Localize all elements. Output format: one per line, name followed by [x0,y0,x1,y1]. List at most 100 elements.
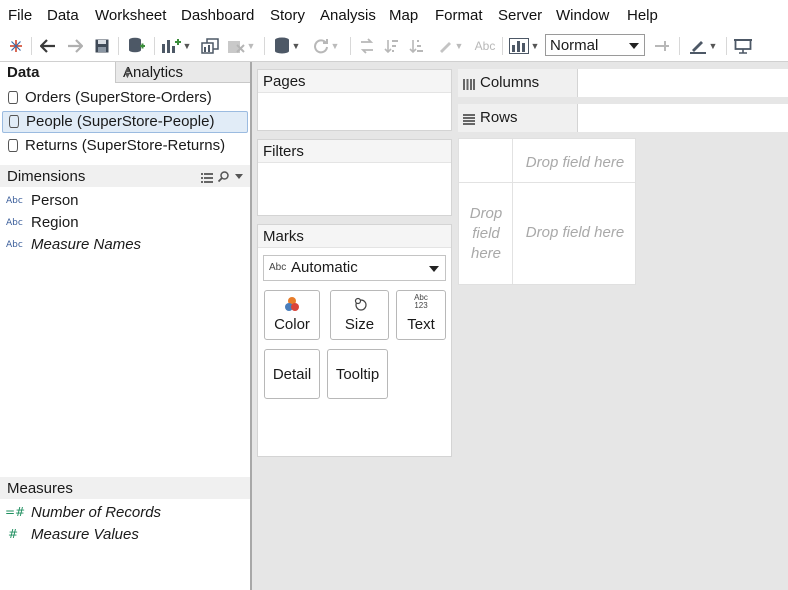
columns-icon [463,77,475,93]
marks-title: Marks [263,228,304,245]
data-pane: Data Analytics ▲ ▼ Orders (SuperStore-Ord… [0,62,252,590]
field-person[interactable]: Abc Person [0,191,250,211]
field-label: Measure Names [31,236,142,253]
color-button[interactable]: Color [264,290,320,340]
new-worksheet-icon[interactable]: ▼ [160,35,192,57]
back-arrow-icon[interactable] [37,35,59,57]
field-label: Person [31,192,79,209]
tooltip-label: Tooltip [335,366,380,383]
refresh-icon[interactable]: ▼ [309,35,343,57]
fit-dropdown[interactable]: Normal [545,34,645,56]
search-icon[interactable] [217,169,229,186]
menu-map[interactable]: Map [389,7,418,24]
menu-story[interactable]: Story [270,7,305,24]
menu-dashboard[interactable]: Dashboard [181,7,254,24]
drop-text: here [470,245,502,262]
detail-label: Detail [272,366,312,383]
tooltip-button[interactable]: Tooltip [327,349,388,399]
field-label: Number of Records [31,504,162,521]
filters-card-header: Filters [258,140,451,163]
field-label: Region [31,214,79,231]
menu-format[interactable]: Format [435,7,483,24]
text-icon-123: 123 [414,301,428,310]
annotate-pen-icon[interactable]: ▼ [685,35,721,57]
data-source-label: Orders (SuperStore-Orders) [25,89,212,106]
duplicate-sheet-icon[interactable] [198,35,222,57]
data-source-label: Returns (SuperStore-Returns) [25,137,226,154]
show-me-chart-icon[interactable]: ▼ [507,35,541,57]
size-label: Size [344,316,375,333]
sort-ascending-icon[interactable] [381,35,403,57]
drop-zone-view[interactable]: Drop field here [515,224,635,241]
measures-title: Measures [7,480,73,497]
menu-help[interactable]: Help [627,7,658,24]
dimensions-header: Dimensions [0,165,250,187]
drop-text: Drop field here [525,224,625,241]
automatic-mark-icon: Abc [269,262,287,273]
chevron-down-icon [429,266,439,272]
columns-label: Columns [480,74,540,91]
fix-axes-icon[interactable] [651,35,673,57]
menu-analysis[interactable]: Analysis [320,7,376,24]
pages-title: Pages [263,73,306,90]
swap-icon[interactable] [356,35,378,57]
clear-sheet-icon[interactable]: ▼ [224,35,258,57]
mark-type-dropdown[interactable]: Abc Automatic [263,255,446,281]
toolbar: ▼ ▼ ▼ ▼ ▼ Abc ▼ Normal ▼ [0,31,788,62]
marks-card: Marks Abc Automatic Color Size Abc 123 T… [257,224,452,457]
drop-text: Drop field here [525,154,625,171]
rows-shelf[interactable]: Rows [458,104,788,132]
field-measure-names[interactable]: Abc Measure Names [0,235,250,255]
sort-descending-icon[interactable] [406,35,428,57]
database-icon [8,91,18,104]
menu-window[interactable]: Window [556,7,609,24]
menu-data[interactable]: Data [47,7,79,24]
data-source-label: People (SuperStore-People) [26,113,215,130]
measure-calc-icon: =# [5,505,26,519]
tab-data[interactable]: Data [0,62,115,83]
data-source-people[interactable]: People (SuperStore-People) [2,111,248,133]
data-source-orders[interactable]: Orders (SuperStore-Orders) [0,87,250,109]
text-button[interactable]: Abc 123 Text [396,290,446,340]
field-measure-values[interactable]: # Measure Values [0,525,250,545]
tab-analytics[interactable]: Analytics ▲ ▼ [115,62,250,83]
pane-menu-arrows-icon[interactable]: ▲ ▼ [123,65,242,80]
new-data-source-icon[interactable] [125,35,149,57]
drop-text: Drop [469,205,503,222]
menu-bar: File Data Worksheet Dashboard Story Anal… [0,0,788,32]
tableau-logo-icon[interactable] [5,35,27,57]
menu-server[interactable]: Server [498,7,542,24]
connection-icon[interactable]: ▼ [270,35,304,57]
string-type-icon: Abc [6,196,23,206]
pages-card[interactable]: Pages [257,69,452,131]
columns-shelf-label-box: Columns [458,69,578,97]
field-number-of-records[interactable]: =# Number of Records [0,503,250,523]
mark-type-value: Automatic [291,259,358,276]
dimensions-menu-icon[interactable] [235,174,243,179]
size-button[interactable]: Size [330,290,389,340]
filters-title: Filters [263,143,304,160]
show-labels-icon[interactable]: Abc [472,35,498,57]
detail-button[interactable]: Detail [264,349,320,399]
presentation-mode-icon[interactable] [732,35,754,57]
view-list-icon[interactable] [201,170,213,187]
data-source-returns[interactable]: Returns (SuperStore-Returns) [0,135,250,157]
forward-arrow-icon[interactable] [64,35,86,57]
view-canvas[interactable]: Drop field here Drop field here Drop fie… [458,138,636,285]
columns-shelf[interactable]: Columns [458,69,788,97]
dimensions-title: Dimensions [7,168,86,185]
field-region[interactable]: Abc Region [0,213,250,233]
highlight-icon[interactable]: ▼ [432,35,468,57]
marks-card-header: Marks [258,225,451,248]
drop-zone-columns[interactable]: Drop field here [515,154,635,171]
filters-card[interactable]: Filters [257,139,452,216]
save-icon[interactable] [91,35,113,57]
size-circles-icon [331,296,388,312]
measures-header: Measures [0,477,250,499]
menu-worksheet[interactable]: Worksheet [95,7,166,24]
database-icon [9,115,19,128]
rows-shelf-label-box: Rows [458,104,578,132]
database-icon [8,139,18,152]
drop-zone-rows[interactable]: Drop field here [461,204,511,264]
menu-file[interactable]: File [8,7,32,24]
